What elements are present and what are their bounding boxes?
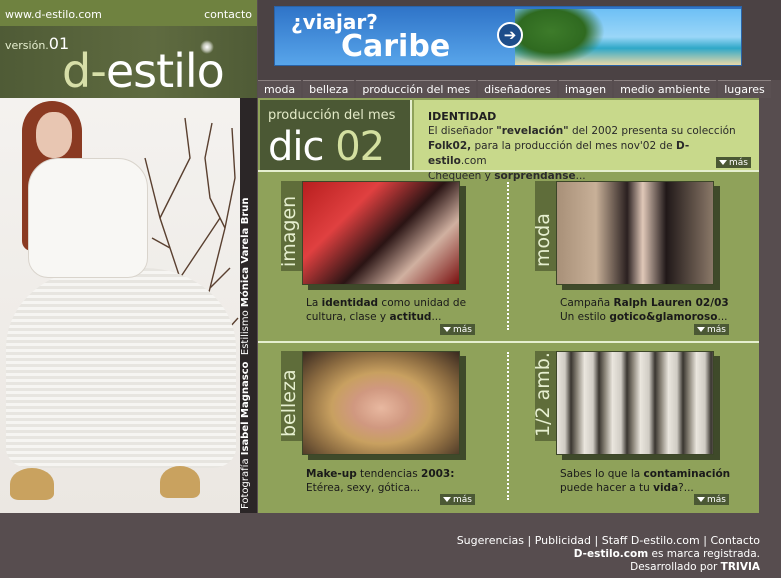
footer-link-publicidad[interactable]: Publicidad bbox=[535, 534, 591, 547]
nav-item-moda[interactable]: moda bbox=[258, 80, 302, 98]
footer-link-sugerencias[interactable]: Sugerencias bbox=[457, 534, 524, 547]
footer-brand: D-estilo.com bbox=[573, 548, 649, 560]
site-logo[interactable]: d-estilo bbox=[62, 44, 225, 98]
photo-credit-text: Fotografía Isabel Magnasco Estilismo Món… bbox=[240, 197, 251, 509]
banner-destination: Caribe bbox=[341, 29, 451, 64]
card-tab-imagen[interactable]: imagen bbox=[278, 181, 303, 271]
nav-item-produccion[interactable]: producción del mes bbox=[356, 80, 477, 98]
photo-credit: Fotografía Isabel Magnasco Estilismo Món… bbox=[240, 98, 257, 513]
card-text-medio-ambiente: Sabes lo que la contaminación puede hace… bbox=[560, 468, 731, 494]
card-text-belleza: Make-up tendencias 2003: Etérea, sexy, g… bbox=[306, 468, 455, 494]
model-blouse-image bbox=[28, 158, 148, 278]
footer-links: Sugerencias | Publicidad | Staff D-estil… bbox=[456, 534, 760, 547]
card-tab-moda[interactable]: moda bbox=[532, 181, 557, 271]
card-image-imagen[interactable] bbox=[302, 181, 460, 285]
feature-more-button[interactable]: más bbox=[716, 157, 751, 168]
card-more-button[interactable]: más bbox=[694, 494, 729, 505]
divider bbox=[258, 341, 759, 343]
nav-item-disenadores[interactable]: diseñadores bbox=[478, 80, 557, 98]
arrow-right-icon[interactable]: ➔ bbox=[497, 22, 523, 48]
card-more-button[interactable]: más bbox=[694, 324, 729, 335]
footer-registered: D-estilo.com es marca registrada. bbox=[573, 548, 760, 560]
featured-photo bbox=[0, 98, 240, 513]
main-nav: moda belleza producción del mes diseñado… bbox=[258, 80, 771, 98]
card-image-belleza[interactable] bbox=[302, 351, 460, 455]
card-text-moda: Campaña Ralph Lauren 02/03 Un estilo got… bbox=[560, 297, 729, 323]
sparkle-icon bbox=[200, 40, 214, 54]
nav-item-imagen[interactable]: imagen bbox=[558, 80, 613, 98]
chevron-down-icon bbox=[719, 160, 727, 165]
card-more-button[interactable]: más bbox=[440, 494, 475, 505]
url-bar: www.d-estilo.com contacto bbox=[0, 0, 257, 26]
chevron-down-icon bbox=[443, 327, 451, 332]
month-label: producción del mes bbox=[268, 108, 396, 123]
travel-banner[interactable]: ¿viajar? Caribe ➔ bbox=[274, 6, 742, 66]
card-text-imagen: La identidad como unidad de cultura, cla… bbox=[306, 297, 467, 323]
chevron-down-icon bbox=[697, 327, 705, 332]
model-shoe-image bbox=[10, 468, 54, 500]
chevron-down-icon bbox=[697, 497, 705, 502]
divider bbox=[507, 352, 509, 500]
month-title: dic 02 bbox=[268, 124, 385, 170]
card-image-moda[interactable] bbox=[556, 181, 714, 285]
feature-description: El diseñador "revelación" del 2002 prese… bbox=[428, 125, 736, 182]
logo-prefix: d- bbox=[62, 44, 107, 98]
footer-link-contacto[interactable]: Contacto bbox=[710, 534, 760, 547]
palm-trees-image bbox=[515, 9, 605, 65]
version-label: versión.01 bbox=[5, 34, 70, 53]
footer-developer: Desarrollado por TRIVIA bbox=[630, 561, 760, 573]
nav-item-lugares[interactable]: lugares bbox=[718, 80, 771, 98]
month-name: dic bbox=[268, 124, 324, 170]
feature-title[interactable]: IDENTIDAD bbox=[428, 110, 496, 123]
site-url-link[interactable]: www.d-estilo.com bbox=[5, 8, 102, 21]
card-tab-belleza[interactable]: belleza bbox=[278, 351, 303, 441]
model-face-image bbox=[36, 112, 72, 158]
nav-item-belleza[interactable]: belleza bbox=[303, 80, 355, 98]
nav-item-medio-ambiente[interactable]: medio ambiente bbox=[614, 80, 717, 98]
contact-link[interactable]: contacto bbox=[204, 8, 252, 21]
card-tab-medio-ambiente[interactable]: 1/2 amb. bbox=[532, 351, 557, 441]
footer-link-staff[interactable]: Staff D-estilo.com bbox=[602, 534, 700, 547]
developer-name[interactable]: TRIVIA bbox=[721, 561, 760, 573]
divider bbox=[507, 182, 509, 330]
model-shoe-image bbox=[160, 466, 200, 498]
card-image-medio-ambiente[interactable] bbox=[556, 351, 714, 455]
card-more-button[interactable]: más bbox=[440, 324, 475, 335]
chevron-down-icon bbox=[443, 497, 451, 502]
stylist-name: Mónica Varela Brun bbox=[240, 197, 251, 308]
month-number: 02 bbox=[335, 124, 385, 170]
divider bbox=[258, 170, 759, 172]
model-skirt-image bbox=[6, 268, 236, 468]
photographer-name: Isabel Magnasco bbox=[240, 361, 251, 456]
